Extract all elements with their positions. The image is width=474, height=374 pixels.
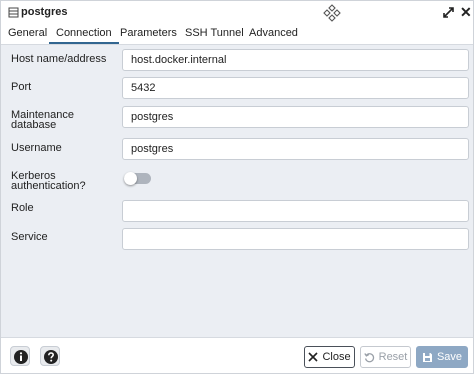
info-icon (14, 350, 28, 364)
username-input[interactable]: postgres (122, 138, 469, 160)
close-icon[interactable]: ✕ (460, 5, 472, 19)
service-input[interactable] (122, 228, 469, 250)
tab-bar: General Connection Parameters SSH Tunnel… (1, 25, 473, 45)
toggle-knob (124, 172, 137, 185)
help-icon (44, 350, 58, 364)
port-input[interactable]: 5432 (122, 77, 469, 99)
reset-button[interactable]: Reset (360, 346, 411, 368)
kerberos-label-line2: authentication? (11, 180, 86, 192)
tab-parameters[interactable]: Parameters (120, 27, 177, 44)
maintenance-db-label-line2: database (11, 119, 57, 131)
service-label: Service (11, 231, 48, 243)
move-icon[interactable] (323, 4, 341, 22)
port-label: Port (11, 81, 32, 93)
close-button[interactable]: Close (304, 346, 355, 368)
save-button[interactable]: Save (416, 346, 468, 368)
help-button[interactable] (40, 346, 60, 366)
expand-icon[interactable] (443, 7, 454, 18)
reset-button-label: Reset (378, 351, 408, 363)
info-button[interactable] (10, 346, 30, 366)
username-label: Username (11, 142, 62, 154)
tab-advanced[interactable]: Advanced (249, 27, 298, 44)
dialog-footer: Close Reset Save (1, 337, 473, 373)
save-button-label: Save (436, 351, 463, 363)
database-icon (8, 7, 19, 18)
dialog-title: postgres (21, 6, 68, 18)
close-button-label: Close (322, 351, 351, 363)
host-label: Host name/address (11, 53, 107, 65)
maintenance-db-input[interactable]: postgres (122, 106, 469, 128)
title-bar[interactable]: postgres ✕ (1, 1, 473, 25)
reset-icon (363, 352, 374, 362)
tab-general[interactable]: General (8, 27, 47, 44)
close-x-icon (308, 352, 319, 362)
role-input[interactable] (122, 200, 469, 222)
save-icon (422, 352, 432, 362)
tab-connection[interactable]: Connection (49, 27, 119, 44)
server-dialog: postgres ✕ General Connection Parameters… (0, 0, 474, 374)
host-input[interactable]: host.docker.internal (122, 49, 469, 71)
tab-ssh-tunnel[interactable]: SSH Tunnel (185, 27, 244, 44)
kerberos-toggle[interactable] (124, 172, 151, 185)
role-label: Role (11, 202, 34, 214)
connection-form: Host name/address host.docker.internal P… (1, 45, 473, 337)
